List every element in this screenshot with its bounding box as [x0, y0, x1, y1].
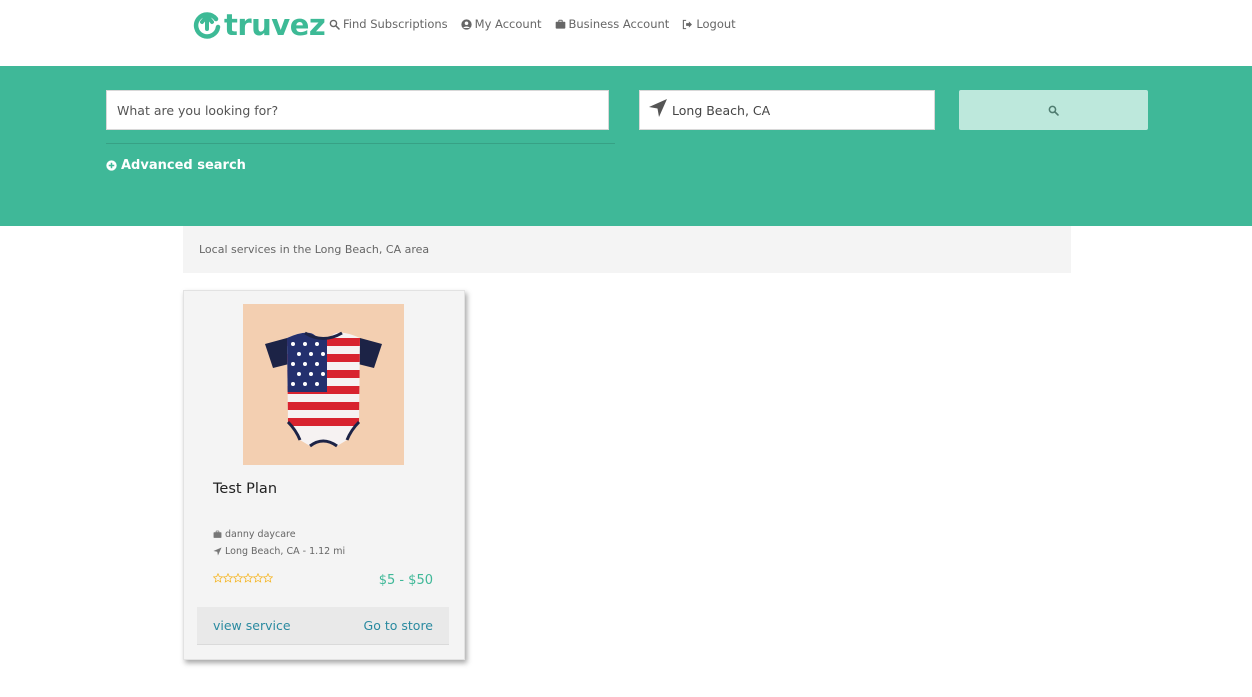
star-empty-icon [263, 573, 273, 583]
briefcase-icon [555, 19, 565, 29]
briefcase-icon [213, 530, 222, 538]
user-circle-icon [461, 18, 472, 30]
search-query-input[interactable]: What are you looking for? [106, 90, 609, 130]
star-empty-icon [233, 573, 243, 583]
nav-find-subscriptions[interactable]: Find Subscriptions [329, 17, 448, 31]
star-empty-icon [223, 573, 233, 583]
location-arrow-icon [649, 99, 667, 117]
go-to-store-link[interactable]: Go to store [364, 618, 433, 633]
brand-name: truvez [224, 8, 326, 42]
search-divider [106, 143, 615, 144]
nav-my-account[interactable]: My Account [461, 17, 542, 31]
location-value: Long Beach, CA [672, 102, 771, 118]
service-image[interactable] [243, 304, 404, 465]
sign-out-icon [683, 19, 693, 29]
results-heading: Local services in the Long Beach, CA are… [199, 243, 430, 256]
brand-logo[interactable]: truvez [192, 8, 326, 42]
nav-label: My Account [474, 17, 542, 31]
star-empty-icon [213, 573, 223, 583]
search-button[interactable] [959, 90, 1148, 130]
top-navbar: truvez Find Subscriptions My Account Bus… [0, 0, 1252, 66]
plus-circle-icon [106, 160, 117, 171]
card-footer: view service Go to store [197, 607, 449, 645]
service-title[interactable]: Test Plan [213, 481, 277, 497]
view-service-link[interactable]: view service [213, 618, 291, 633]
business-name: danny daycare [225, 529, 296, 540]
advanced-search-label: Advanced search [121, 158, 246, 173]
business-name-row: danny daycare [213, 529, 296, 540]
nav-label: Business Account [568, 17, 670, 31]
search-band: What are you looking for? Long Beach, CA… [0, 66, 1252, 226]
nav-label: Find Subscriptions [343, 17, 448, 31]
nav-label: Logout [696, 17, 736, 31]
service-location: Long Beach, CA - 1.12 mi [225, 546, 346, 557]
location-arrow-icon [213, 547, 222, 556]
logo-mark-icon [193, 12, 221, 39]
rating-stars [213, 573, 273, 583]
search-icon [329, 19, 340, 30]
search-icon [1048, 105, 1059, 116]
main-nav: Find Subscriptions My Account Business A… [329, 17, 736, 31]
star-empty-icon [243, 573, 253, 583]
location-row: Long Beach, CA - 1.12 mi [213, 546, 345, 557]
nav-business-account[interactable]: Business Account [555, 17, 670, 31]
advanced-search-link[interactable]: Advanced search [106, 158, 246, 173]
star-empty-icon [253, 573, 263, 583]
location-input[interactable]: Long Beach, CA [639, 90, 935, 130]
results-heading-bar: Local services in the Long Beach, CA are… [183, 226, 1071, 273]
search-placeholder: What are you looking for? [117, 102, 279, 118]
price-range: $5 - $50 [378, 573, 433, 588]
baby-onesie-image [243, 304, 404, 465]
service-card: Test Plan danny daycare Long Beach, CA -… [183, 290, 465, 660]
nav-logout[interactable]: Logout [682, 17, 736, 31]
